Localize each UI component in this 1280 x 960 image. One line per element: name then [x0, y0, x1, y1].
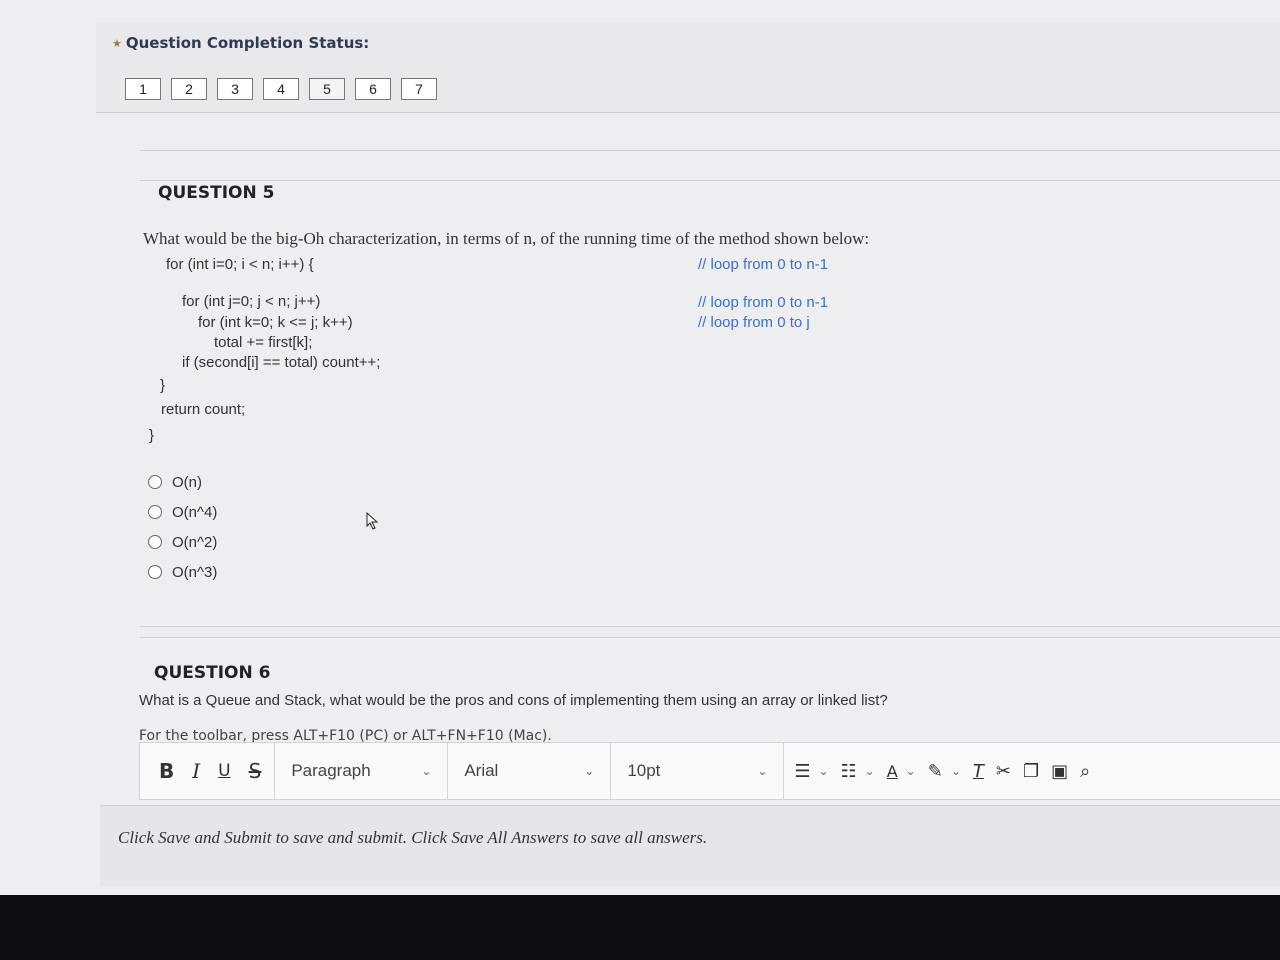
question-5-prompt: What would be the big-Oh characterizatio… — [143, 229, 870, 248]
question-5-title: QUESTION 5 — [158, 183, 275, 203]
code-line: } — [160, 377, 166, 394]
option-o-n3[interactable]: O(n^3) — [148, 557, 217, 587]
cut-button[interactable]: ✂ — [990, 761, 1017, 782]
underline-button[interactable]: U — [209, 761, 239, 781]
scissors-icon: ✂ — [995, 760, 1011, 782]
toolbar-separator — [274, 743, 276, 799]
code-line: if (second[i] == total) count++; — [182, 354, 381, 371]
chevron-down-icon: ⌄ — [950, 764, 961, 778]
status-heading: ★ Question Completion Status: — [112, 34, 369, 52]
text-color-button[interactable]: A ⌄ — [881, 762, 922, 781]
font-family-select[interactable]: Arial ⌄ — [452, 761, 606, 781]
toolbar-separator — [610, 743, 612, 799]
copy-button[interactable]: ❐ — [1017, 761, 1045, 782]
browser-screen: ★ Question Completion Status: 1 2 3 4 5 … — [0, 0, 1280, 900]
highlight-button[interactable]: ✎ ⌄ — [922, 761, 967, 782]
option-o-n2[interactable]: O(n^2) — [148, 527, 217, 557]
clear-formatting-icon: T — [972, 760, 984, 782]
mouse-cursor-icon — [366, 512, 378, 530]
divider — [140, 180, 1280, 181]
radio-button[interactable] — [148, 475, 162, 489]
option-o-n[interactable]: O(n) — [148, 467, 217, 497]
question-nav-2[interactable]: 2 — [171, 78, 207, 100]
option-label: O(n^3) — [172, 563, 218, 581]
paste-button[interactable]: ▣ — [1045, 761, 1074, 782]
question-6-title: QUESTION 6 — [154, 663, 271, 683]
font-size-select[interactable]: 10pt ⌄ — [615, 761, 779, 781]
chevron-down-icon: ⌄ — [757, 764, 768, 778]
question-nav-3[interactable]: 3 — [217, 78, 253, 100]
chevron-down-icon: ⌄ — [905, 764, 916, 778]
chevron-down-icon: ⌄ — [864, 764, 875, 778]
chevron-down-icon: ⌄ — [584, 764, 595, 778]
find-button[interactable]: ⌕ — [1074, 761, 1096, 782]
radio-button[interactable] — [148, 505, 162, 519]
clear-formatting-button[interactable]: T — [967, 761, 990, 782]
toolbar-separator — [783, 743, 785, 799]
divider — [140, 626, 1280, 627]
code-comment: // loop from 0 to n-1 — [698, 294, 829, 311]
question-6-prompt: What is a Queue and Stack, what would be… — [139, 692, 888, 709]
bullet-list-icon: ☰ — [794, 760, 811, 782]
paragraph-select-value: Paragraph — [291, 761, 371, 780]
question-nav-4[interactable]: 4 — [263, 78, 299, 100]
code-line: } — [149, 427, 155, 444]
copy-icon: ❐ — [1022, 760, 1040, 782]
highlighter-icon: ✎ — [927, 760, 943, 782]
paragraph-select[interactable]: Paragraph ⌄ — [279, 761, 443, 781]
numbered-list-icon: ☷ — [840, 760, 857, 782]
text-color-icon: A — [886, 761, 898, 781]
chevron-down-icon: ⌄ — [421, 764, 432, 778]
code-line: total += first[k]; — [214, 334, 313, 351]
code-comment: // loop from 0 to n-1 — [698, 256, 829, 273]
option-label: O(n^2) — [172, 533, 218, 551]
toolbar-separator — [447, 743, 449, 799]
monitor-bezel — [0, 895, 1280, 960]
clipboard-icon: ▣ — [1051, 760, 1069, 782]
bullet-list-button[interactable]: ☰ ⌄ — [788, 761, 834, 782]
code-line: for (int j=0; j < n; j++) — [182, 293, 321, 310]
font-family-value: Arial — [464, 761, 499, 780]
question-nav-5[interactable]: 5 — [309, 78, 345, 100]
radio-button[interactable] — [148, 565, 162, 579]
question-nav-7[interactable]: 7 — [401, 78, 437, 100]
bold-button[interactable]: B — [150, 759, 183, 783]
option-label: O(n) — [172, 473, 202, 491]
font-size-value: 10pt — [627, 761, 661, 780]
radio-button[interactable] — [148, 535, 162, 549]
option-o-n4[interactable]: O(n^4) — [148, 497, 217, 527]
divider — [140, 637, 1280, 638]
numbered-list-button[interactable]: ☷ ⌄ — [835, 761, 881, 782]
italic-button[interactable]: I — [183, 759, 209, 783]
star-icon: ★ — [112, 36, 122, 50]
code-comment: // loop from 0 to j — [698, 314, 810, 331]
code-line: for (int k=0; k <= j; k++) — [198, 314, 353, 331]
code-line: return count; — [161, 401, 246, 418]
question-navigator: 1 2 3 4 5 6 7 — [125, 78, 447, 100]
divider — [140, 150, 1280, 151]
submit-instructions: Click Save and Submit to save and submit… — [118, 828, 708, 847]
question-nav-1[interactable]: 1 — [125, 78, 161, 100]
strikethrough-button[interactable]: S — [240, 759, 271, 783]
question-nav-6[interactable]: 6 — [355, 78, 391, 100]
editor-toolbar: B I U S Paragraph ⌄ Arial ⌄ 10pt ⌄ ☰ ⌄ ☷ ⌄… — [139, 742, 1280, 800]
search-icon: ⌕ — [1080, 760, 1091, 782]
status-title: Question Completion Status: — [125, 34, 370, 52]
option-label: O(n^4) — [172, 503, 218, 521]
answer-options: O(n) O(n^4) O(n^2) O(n^3) — [148, 467, 217, 587]
code-line: for (int i=0; i < n; i++) { — [166, 256, 314, 273]
chevron-down-icon: ⌄ — [818, 764, 829, 778]
